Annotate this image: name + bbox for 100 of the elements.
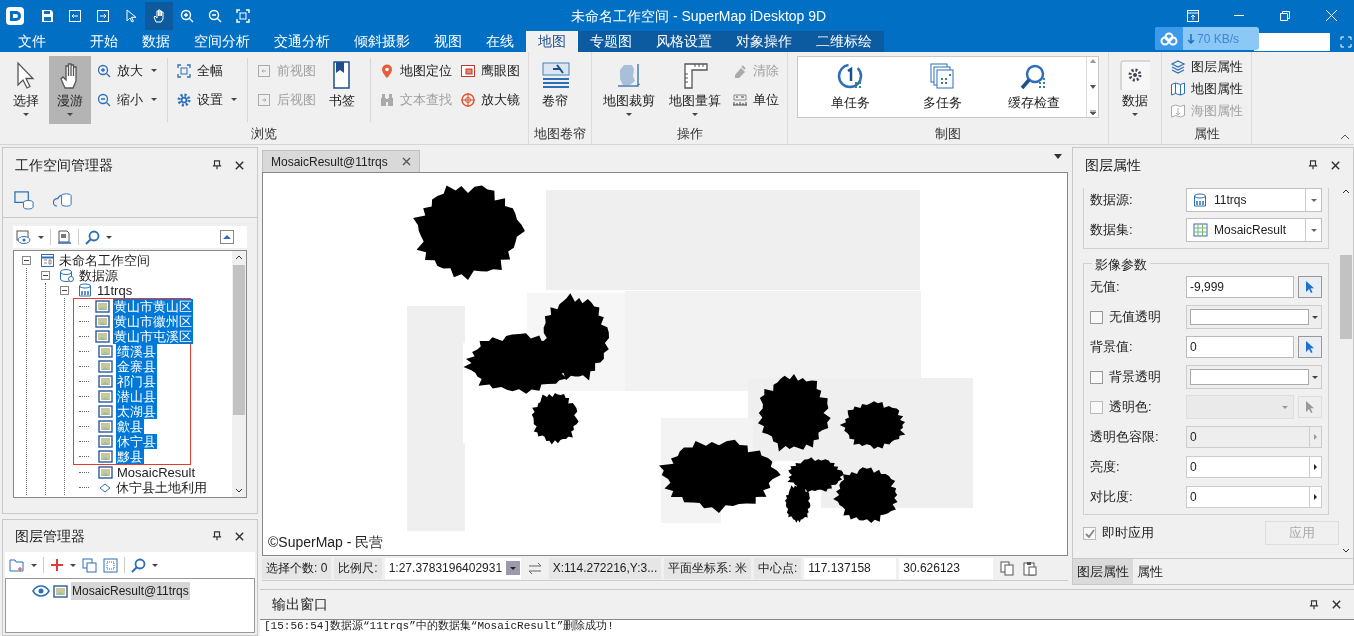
tree-item[interactable]: 黄山市黄山区 (113, 299, 193, 314)
tree-item[interactable]: 黟县 (116, 449, 144, 464)
scroll-up-icon[interactable] (1089, 59, 1096, 63)
ribbon-button[interactable]: 地图属性 (1167, 78, 1246, 100)
close-icon[interactable] (234, 159, 245, 171)
expander-toggle[interactable] (22, 256, 31, 265)
ribbon-button[interactable]: 选择 (5, 56, 47, 124)
ribbon-button[interactable]: 地图量算 (663, 56, 727, 124)
document-icon[interactable] (57, 230, 72, 244)
collapse-ribbon-icon[interactable] (1340, 133, 1350, 141)
document-tab[interactable]: MosaicResult@11trqs (262, 150, 420, 172)
menu-tab[interactable]: 文件 (6, 31, 58, 52)
ribbon-button[interactable]: 放大 (93, 56, 160, 85)
menu-tab[interactable]: 对象操作 (724, 31, 804, 52)
color-picker[interactable] (1186, 365, 1322, 389)
menu-tab[interactable]: 倾斜摄影 (342, 31, 422, 52)
menu-tab[interactable]: 视图 (422, 31, 474, 52)
tree-item[interactable]: 休宁县土地利用 (115, 480, 208, 495)
dropdown-field[interactable]: 11trqs (1186, 188, 1322, 212)
tree-item[interactable]: 黄山市屯溪区 (113, 329, 193, 344)
expand-icon[interactable] (1340, 36, 1352, 48)
pin-icon[interactable] (212, 530, 222, 542)
menu-tab[interactable]: 风格设置 (644, 31, 724, 52)
paste-icon[interactable] (1023, 560, 1038, 576)
menu-tab[interactable]: 空间分析 (182, 31, 262, 52)
tree-item[interactable]: 未命名工作空间 (58, 253, 151, 268)
checkbox[interactable] (1090, 310, 1103, 324)
menu-tab[interactable]: 专题图 (578, 31, 644, 52)
tree-item[interactable]: 祁门县 (116, 374, 157, 389)
swap-arrows-icon[interactable] (527, 561, 542, 575)
pin-icon[interactable] (1309, 598, 1319, 611)
ribbon-button[interactable]: 数据 (1114, 56, 1156, 124)
close-icon[interactable] (1330, 159, 1341, 171)
add-layer-folder-icon[interactable] (9, 557, 25, 573)
ribbon-button[interactable]: 卷帘 (534, 56, 576, 124)
layer-item[interactable]: MosaicResult@11trqs (71, 582, 190, 600)
map-view[interactable]: ©SuperMap - 民营 (262, 172, 1068, 556)
ribbon-button[interactable]: 地图定位 (376, 56, 455, 85)
scrollbar-thumb[interactable] (233, 265, 245, 415)
tree-item[interactable]: 潜山县 (116, 389, 157, 404)
tree-item[interactable]: 歙县 (116, 419, 144, 434)
collapse-all-icon[interactable] (220, 230, 234, 244)
tree-item[interactable]: 金寨县 (116, 359, 157, 374)
dropdown-field[interactable]: MosaicResult (1186, 218, 1322, 242)
tree-item[interactable]: 太湖县 (116, 404, 157, 419)
copy-layers-icon[interactable] (82, 557, 97, 573)
ribbon-button[interactable]: 缓存检查 (992, 58, 1076, 116)
menu-tab[interactable]: 二维标绘 (804, 31, 884, 52)
view-mode-icon[interactable] (16, 230, 32, 244)
ribbon-button[interactable]: 放大镜 (457, 85, 523, 114)
tab-menu-icon[interactable] (1054, 154, 1062, 159)
ribbon-button[interactable]: 缩小 (93, 85, 160, 114)
panel-tab[interactable]: 图层属性 (1073, 559, 1133, 584)
search-field[interactable] (1254, 33, 1330, 51)
menu-tab[interactable]: 地图 (526, 31, 578, 52)
tree-item[interactable]: 黄山市徽州区 (113, 314, 193, 329)
ribbon-button[interactable]: 单位 (729, 85, 782, 114)
ribbon-button[interactable]: 单任务 (808, 58, 892, 116)
hand-tool[interactable] (145, 1, 173, 30)
add-icon[interactable] (50, 558, 64, 572)
tree-item[interactable]: 数据源 (78, 268, 119, 283)
close-icon[interactable] (1331, 599, 1342, 610)
ribbon-button[interactable]: 书签 (321, 56, 363, 124)
spin-field[interactable]: 0 (1186, 486, 1322, 508)
more-icon[interactable] (1089, 110, 1096, 115)
ribbon-button[interactable]: 漫游 (49, 56, 91, 124)
scale-combo[interactable]: 1:27.3783196402931 (384, 557, 521, 579)
visibility-eye-icon[interactable] (32, 585, 50, 597)
scrollbar[interactable] (232, 251, 246, 497)
pick-value-button[interactable] (1298, 336, 1322, 358)
tree-item[interactable]: 绩溪县 (116, 344, 157, 359)
color-picker[interactable] (1186, 305, 1322, 329)
ribbon-button[interactable]: 设置 (173, 85, 240, 114)
workspace-icon[interactable] (13, 189, 35, 210)
menu-tab[interactable]: 数据 (130, 31, 182, 52)
tree-item[interactable]: 11trqs (96, 283, 134, 298)
copy-icon[interactable] (1000, 560, 1015, 576)
ribbon-button[interactable]: 全幅 (173, 56, 240, 85)
expander-toggle[interactable] (41, 271, 50, 280)
search-icon[interactable] (131, 557, 146, 573)
scroll-down-icon[interactable] (1089, 84, 1096, 89)
checkbox[interactable] (1083, 526, 1096, 540)
value-field[interactable]: 0 (1186, 336, 1294, 358)
value-field[interactable]: -9,999 (1186, 276, 1294, 298)
ribbon-button[interactable]: 图层属性 (1167, 56, 1246, 78)
pick-value-button[interactable] (1298, 276, 1322, 298)
checkbox[interactable] (1090, 370, 1103, 384)
scrollbar-thumb[interactable] (1340, 255, 1352, 339)
menu-tab[interactable]: 开始 (78, 31, 130, 52)
spin-field[interactable]: 0 (1186, 456, 1322, 478)
search-icon[interactable] (85, 229, 100, 245)
ribbon-button[interactable]: 鹰眼图 (457, 56, 523, 85)
menu-tab[interactable]: 交通分析 (262, 31, 342, 52)
menu-tab[interactable]: 在线 (474, 31, 526, 52)
pin-icon[interactable] (212, 159, 222, 171)
expander-toggle[interactable] (60, 286, 69, 295)
pin-icon[interactable] (1308, 159, 1318, 171)
panel-tab[interactable]: 属性 (1133, 559, 1167, 584)
tree-item[interactable]: 休宁县 (116, 434, 157, 449)
ribbon-button[interactable]: 地图裁剪 (597, 56, 661, 124)
